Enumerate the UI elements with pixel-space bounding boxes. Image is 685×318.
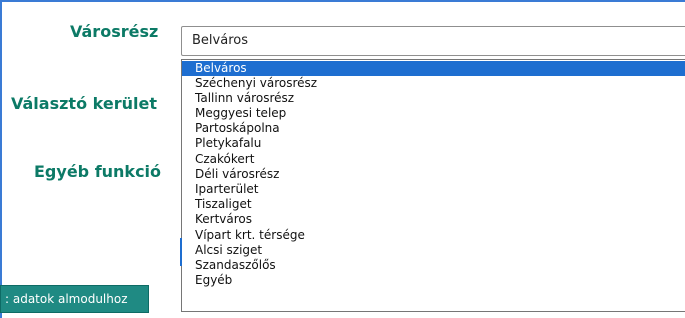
district-label: Városrész	[70, 22, 159, 41]
hidden-control-edge	[180, 238, 182, 266]
district-option[interactable]: Déli városrész	[182, 167, 685, 182]
module-data-button[interactable]: : adatok almodulhoz	[0, 285, 149, 313]
district-option[interactable]: Iparterület	[182, 182, 685, 197]
district-option[interactable]: Vípart krt. térsége	[182, 228, 685, 243]
voting-district-label: Választó kerület	[11, 94, 157, 113]
district-option[interactable]: Tiszaliget	[182, 197, 685, 212]
district-option[interactable]: Egyéb	[182, 273, 685, 288]
district-option[interactable]: Belváros	[182, 60, 685, 76]
district-option[interactable]: Szandaszőlős	[182, 258, 685, 273]
district-option[interactable]: Czakókert	[182, 152, 685, 167]
other-function-label: Egyéb funkció	[34, 162, 162, 181]
district-option[interactable]: Kertváros	[182, 212, 685, 227]
district-option[interactable]: Partoskápolna	[182, 121, 685, 136]
district-option[interactable]: Pletykafalu	[182, 136, 685, 151]
district-option[interactable]: Meggyesi telep	[182, 106, 685, 121]
window-frame-top	[0, 0, 685, 2]
district-option[interactable]: Alcsi sziget	[182, 243, 685, 258]
district-select[interactable]: Belváros	[181, 26, 685, 56]
district-dropdown-list: Belváros Széchenyi városrész Tallinn vár…	[181, 59, 685, 312]
district-option[interactable]: Széchenyi városrész	[182, 76, 685, 91]
window-frame-left	[0, 0, 2, 318]
district-option[interactable]: Tallinn városrész	[182, 91, 685, 106]
